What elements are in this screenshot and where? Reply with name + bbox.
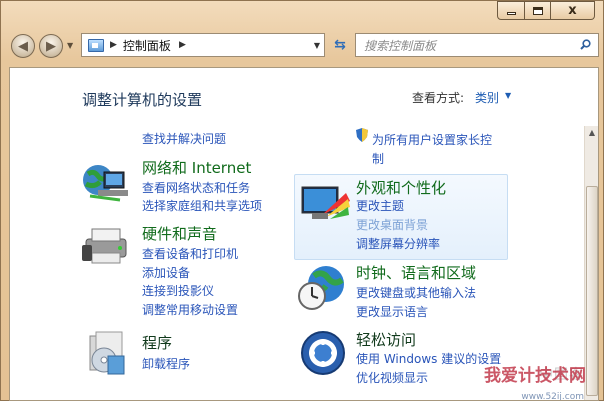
close-button[interactable]: x (551, 1, 595, 20)
appearance-link-background[interactable]: 更改桌面背景 (356, 216, 428, 233)
search-icon[interactable] (580, 39, 591, 50)
clock-link-language[interactable]: 更改显示语言 (356, 303, 428, 320)
search-box[interactable]: 搜索控制面板 (355, 33, 599, 57)
view-by-chevron-icon[interactable]: ▼ (505, 91, 511, 100)
forward-button[interactable]: ▶ (39, 34, 63, 58)
ease-of-access-icon[interactable] (300, 330, 346, 376)
control-panel-icon (88, 38, 104, 52)
hardware-category-title[interactable]: 硬件和声音 (142, 223, 217, 244)
close-icon: x (568, 3, 577, 18)
forward-arrow-icon: ▶ (46, 38, 56, 54)
troubleshoot-link[interactable]: 查找并解决问题 (142, 130, 226, 147)
minimize-icon (506, 11, 516, 15)
scroll-up-icon[interactable]: ▲ (585, 126, 598, 140)
refresh-button[interactable]: ⇆ (327, 33, 353, 57)
clock-category-title[interactable]: 时钟、语言和区域 (356, 262, 476, 283)
programs-link-uninstall[interactable]: 卸载程序 (142, 355, 190, 372)
ease-category-title[interactable]: 轻松访问 (356, 329, 416, 350)
shield-icon (356, 128, 368, 142)
parental-controls-link-cont[interactable]: 制 (372, 150, 384, 167)
view-by-label: 查看方式: (412, 91, 465, 105)
maximize-button[interactable] (525, 1, 551, 20)
network-link-homegroup[interactable]: 选择家庭组和共享选项 (142, 197, 262, 214)
control-panel-window: x ◀ ▶ ▼ ▶ 控制面板 ▶ ▼ ⇆ 搜索控制面板 调整计算机的设置 查看方… (0, 0, 604, 401)
caption-buttons: x (497, 1, 595, 20)
hardware-link-projector[interactable]: 连接到投影仪 (142, 282, 214, 299)
breadcrumb-separator-icon[interactable]: ▶ (110, 40, 117, 50)
back-button[interactable]: ◀ (11, 34, 35, 58)
ease-link-recommended[interactable]: 使用 Windows 建议的设置 (356, 350, 501, 367)
watermark-url: www.52ij.com (521, 392, 584, 401)
network-icon[interactable] (80, 160, 132, 204)
recent-pages-dropdown[interactable]: ▼ (67, 41, 73, 50)
programs-category-title[interactable]: 程序 (142, 332, 172, 353)
clock-link-keyboard[interactable]: 更改键盘或其他输入法 (356, 284, 476, 301)
content-pane: 调整计算机的设置 查看方式: 类别 ▼ 查找并解决问题 网络和 Internet… (9, 67, 599, 401)
address-bar[interactable]: ▶ 控制面板 ▶ ▼ (81, 33, 325, 57)
network-category-title[interactable]: 网络和 Internet (142, 157, 251, 178)
appearance-category-title[interactable]: 外观和个性化 (356, 177, 446, 198)
watermark-brand: 我爱计技术网 (484, 366, 586, 386)
vertical-scrollbar[interactable]: ▲ (584, 126, 598, 400)
hardware-link-mobility[interactable]: 调整常用移动设置 (142, 301, 238, 318)
minimize-button[interactable] (497, 1, 525, 20)
programs-icon[interactable] (82, 330, 130, 378)
breadcrumb-control-panel[interactable]: 控制面板 (123, 37, 171, 54)
page-title: 调整计算机的设置 (82, 91, 203, 109)
clock-globe-icon[interactable] (296, 262, 348, 312)
hardware-icon[interactable] (80, 223, 132, 269)
ease-link-video[interactable]: 优化视频显示 (356, 369, 428, 386)
hardware-link-add-device[interactable]: 添加设备 (142, 264, 190, 281)
scroll-thumb[interactable] (586, 186, 598, 396)
breadcrumb-expand-icon[interactable]: ▶ (179, 40, 186, 50)
back-arrow-icon: ◀ (18, 38, 28, 54)
search-input[interactable]: 搜索控制面板 (364, 37, 436, 54)
address-dropdown-icon[interactable]: ▼ (314, 41, 320, 50)
appearance-icon[interactable] (298, 181, 352, 225)
hardware-link-devices[interactable]: 查看设备和打印机 (142, 245, 238, 262)
network-link-status[interactable]: 查看网络状态和任务 (142, 179, 250, 196)
maximize-icon (532, 6, 543, 15)
navigation-bar: ◀ ▶ ▼ ▶ 控制面板 ▶ ▼ ⇆ 搜索控制面板 (9, 33, 599, 59)
appearance-link-resolution[interactable]: 调整屏幕分辨率 (356, 235, 440, 252)
appearance-link-theme[interactable]: 更改主题 (356, 197, 404, 214)
view-by-dropdown[interactable]: 类别 (475, 89, 499, 106)
parental-controls-link[interactable]: 为所有用户设置家长控 (372, 131, 492, 148)
refresh-icon: ⇆ (334, 37, 346, 53)
